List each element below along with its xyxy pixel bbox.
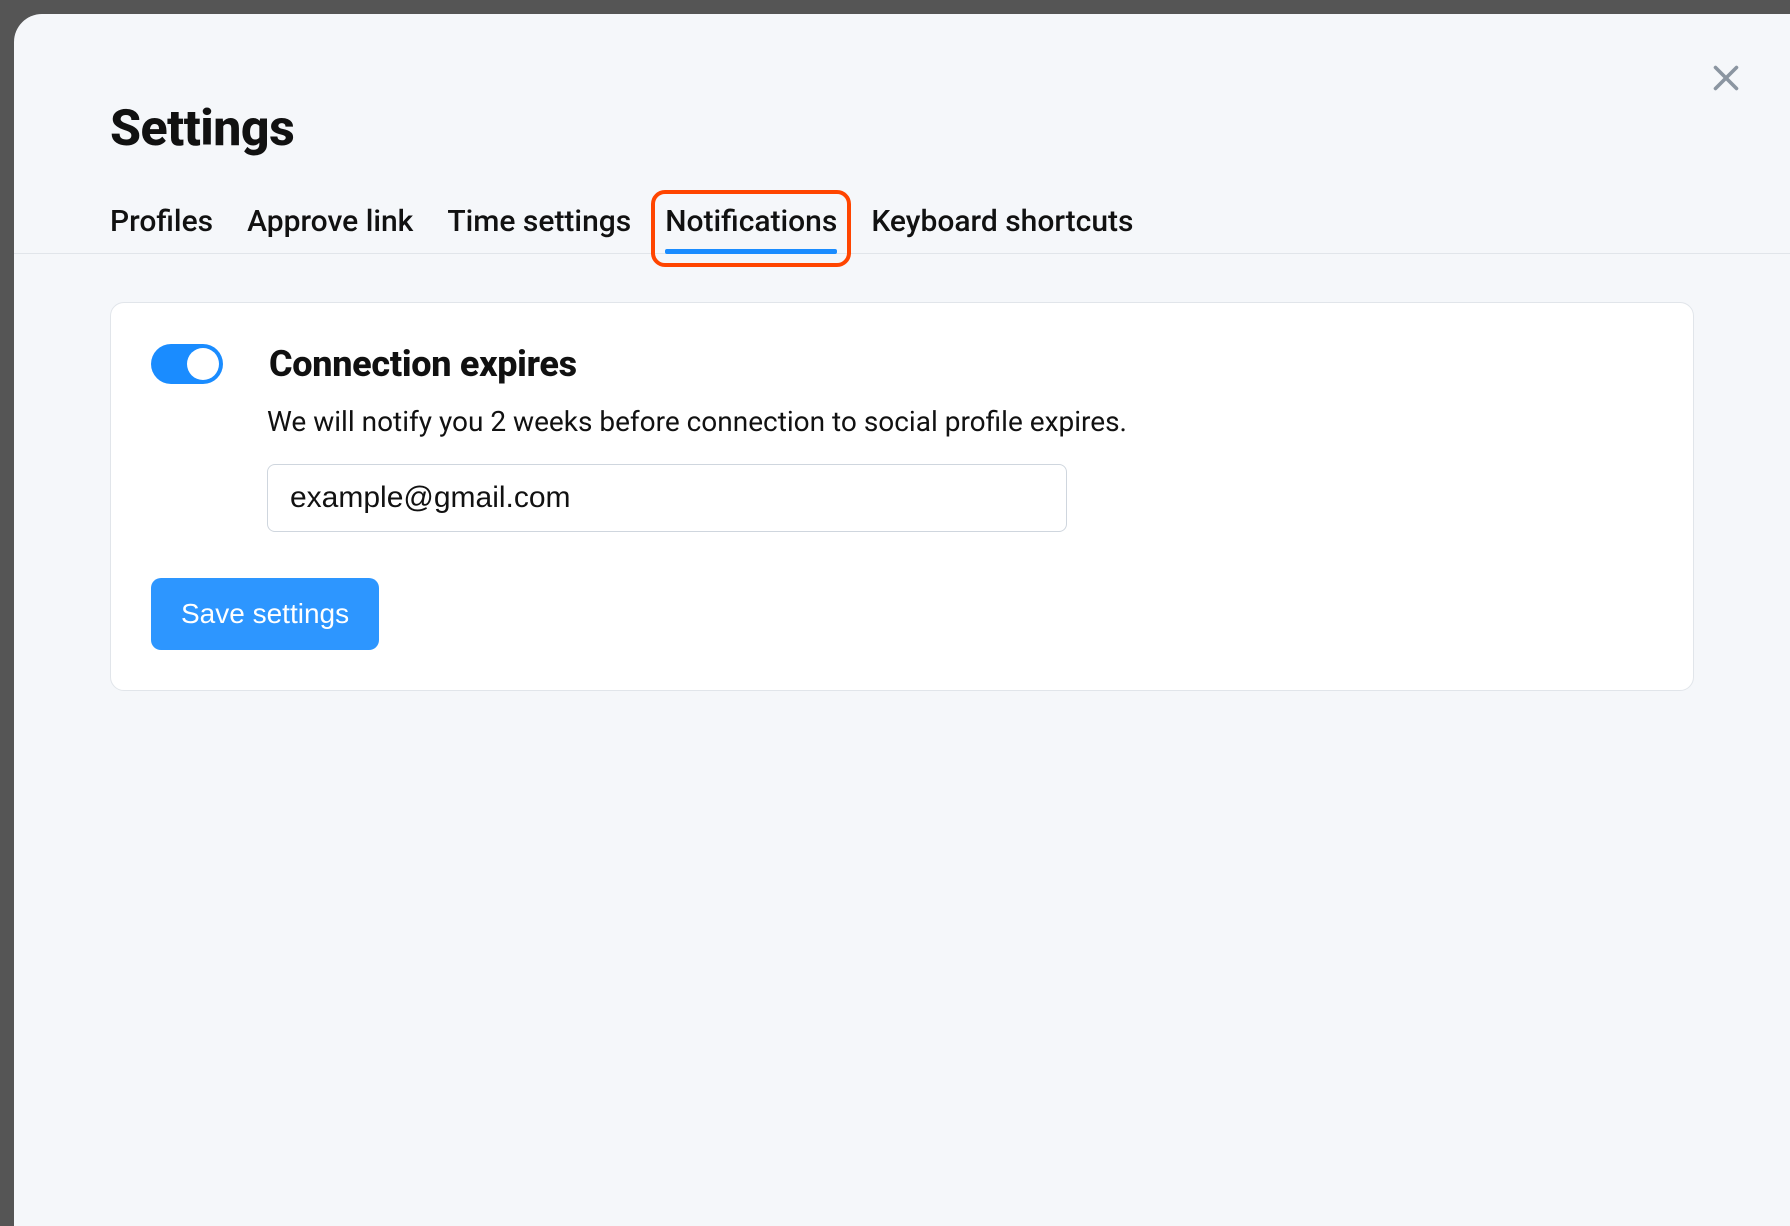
notifications-card: Connection expires We will notify you 2 … (110, 302, 1694, 691)
toggle-knob (187, 348, 219, 380)
save-settings-button[interactable]: Save settings (151, 578, 379, 650)
tab-time-settings[interactable]: Time settings (447, 200, 631, 253)
tab-notifications[interactable]: Notifications (665, 200, 837, 253)
tabs-bar: Profiles Approve link Time settings Noti… (14, 200, 1790, 254)
modal-title: Settings (110, 100, 1694, 158)
connection-expires-toggle[interactable] (151, 344, 223, 384)
connection-expires-description: We will notify you 2 weeks before connec… (267, 405, 1653, 438)
tab-keyboard-shortcuts[interactable]: Keyboard shortcuts (871, 200, 1133, 253)
close-icon (1708, 60, 1744, 96)
settings-modal: Settings Profiles Approve link Time sett… (14, 14, 1790, 1226)
connection-expires-title: Connection expires (269, 343, 577, 385)
notification-email-input[interactable] (267, 464, 1067, 532)
close-button[interactable] (1704, 56, 1748, 100)
tab-approve-link[interactable]: Approve link (247, 200, 413, 253)
tab-profiles[interactable]: Profiles (110, 200, 213, 253)
